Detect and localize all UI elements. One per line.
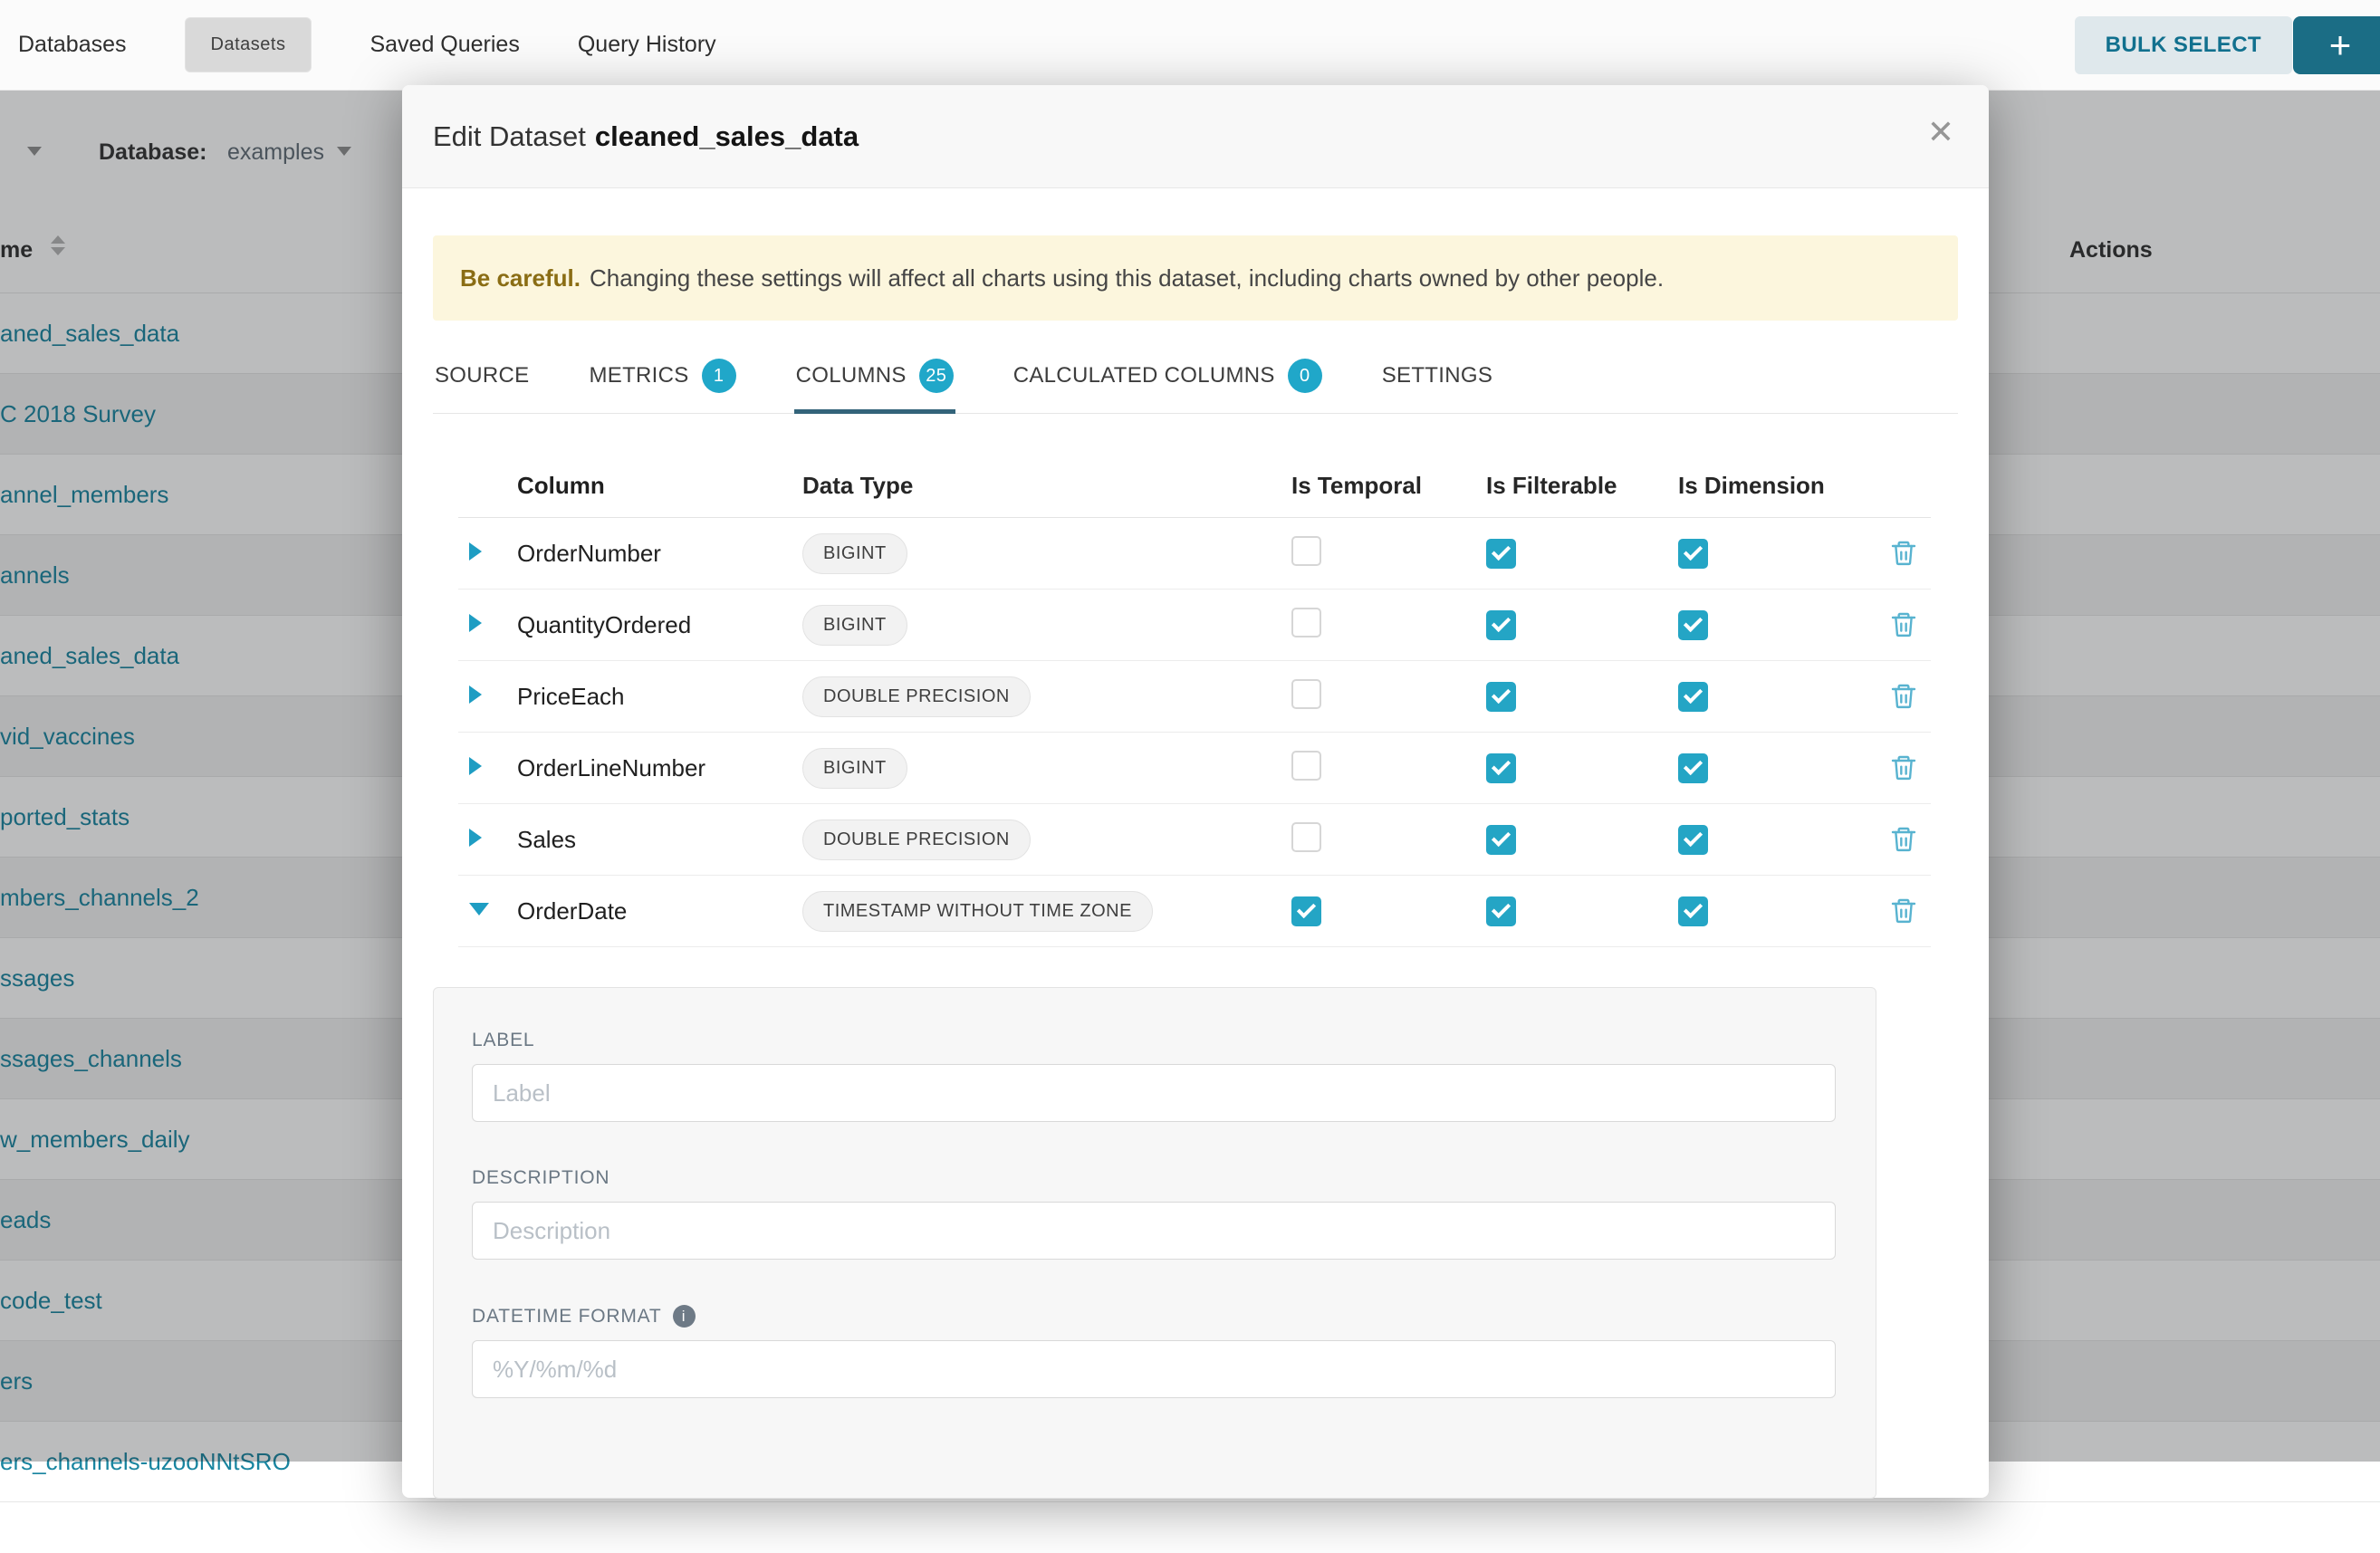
label-input[interactable] xyxy=(472,1064,1836,1122)
column-name: OrderDate xyxy=(517,897,802,925)
is-temporal-checkbox[interactable] xyxy=(1291,822,1321,852)
warning-banner-text: Changing these settings will affect all … xyxy=(590,264,1664,292)
is-dimension-checkbox[interactable] xyxy=(1678,753,1708,783)
is-temporal-checkbox[interactable] xyxy=(1291,608,1321,637)
expand-caret-icon[interactable] xyxy=(469,829,482,847)
delete-icon[interactable] xyxy=(1889,824,1918,855)
data-type-pill: TIMESTAMP WITHOUT TIME ZONE xyxy=(802,891,1153,932)
is-dimension-checkbox[interactable] xyxy=(1678,682,1708,712)
collapse-caret-icon[interactable] xyxy=(469,903,489,916)
tab-label: CALCULATED COLUMNS xyxy=(1013,363,1275,388)
add-dataset-button[interactable]: + xyxy=(2293,16,2380,74)
header-is-filterable: Is Filterable xyxy=(1486,472,1678,500)
expand-caret-icon[interactable] xyxy=(469,542,482,561)
top-navigation: Databases Datasets Saved Queries Query H… xyxy=(0,0,2380,91)
is-dimension-checkbox[interactable] xyxy=(1678,896,1708,926)
column-row: PriceEach DOUBLE PRECISION xyxy=(458,661,1931,733)
label-field-label: LABEL xyxy=(472,1030,1836,1051)
label-section: LABEL xyxy=(472,1030,1836,1122)
warning-banner-bold: Be careful. xyxy=(460,264,581,292)
is-filterable-checkbox[interactable] xyxy=(1486,539,1516,569)
nav-tab-databases[interactable]: Databases xyxy=(18,32,127,58)
delete-icon[interactable] xyxy=(1889,538,1918,569)
tab-metrics[interactable]: METRICS 1 xyxy=(587,342,737,413)
description-section: DESCRIPTION xyxy=(472,1167,1836,1260)
datetime-format-section: DATETIME FORMAT i xyxy=(472,1305,1836,1398)
close-icon[interactable]: ✕ xyxy=(1927,116,1954,149)
data-type-pill: BIGINT xyxy=(802,605,907,646)
data-type-pill: BIGINT xyxy=(802,533,907,574)
columns-count-badge: 25 xyxy=(919,359,954,393)
modal-title: Edit Dataset cleaned_sales_data xyxy=(433,120,859,153)
column-name: Sales xyxy=(517,826,802,854)
column-row: Sales DOUBLE PRECISION xyxy=(458,804,1931,876)
expand-caret-icon[interactable] xyxy=(469,685,482,704)
nav-tab-query-history[interactable]: Query History xyxy=(578,32,716,58)
edit-dataset-modal: Edit Dataset cleaned_sales_data ✕ Be care… xyxy=(402,85,1989,1498)
nav-tab-saved-queries[interactable]: Saved Queries xyxy=(369,32,519,58)
is-temporal-checkbox[interactable] xyxy=(1291,751,1321,781)
tab-label: SOURCE xyxy=(435,363,529,388)
column-row: OrderNumber BIGINT xyxy=(458,518,1931,590)
modal-tab-bar: SOURCE METRICS 1 COLUMNS 25 CALCULATED C… xyxy=(433,342,1958,414)
header-column: Column xyxy=(517,472,802,500)
column-detail-panel: LABEL DESCRIPTION DATETIME FORMAT i xyxy=(433,987,1876,1499)
bulk-select-button[interactable]: BULK SELECT xyxy=(2075,16,2292,74)
is-dimension-checkbox[interactable] xyxy=(1678,539,1708,569)
header-data-type: Data Type xyxy=(802,472,1291,500)
column-name: QuantityOrdered xyxy=(517,611,802,639)
modal-title-prefix: Edit Dataset xyxy=(433,120,586,152)
expand-caret-icon[interactable] xyxy=(469,757,482,775)
is-temporal-checkbox[interactable] xyxy=(1291,679,1321,709)
is-temporal-checkbox[interactable] xyxy=(1291,896,1321,926)
delete-icon[interactable] xyxy=(1889,609,1918,640)
tab-settings[interactable]: SETTINGS xyxy=(1380,342,1494,413)
modal-body: Be careful. Changing these settings will… xyxy=(402,235,1989,1553)
column-name: OrderNumber xyxy=(517,540,802,568)
columns-table: Column Data Type Is Temporal Is Filterab… xyxy=(458,454,1931,947)
tab-label: SETTINGS xyxy=(1382,363,1492,388)
metrics-count-badge: 1 xyxy=(702,359,736,393)
data-type-pill: DOUBLE PRECISION xyxy=(802,676,1031,717)
tab-calculated-columns[interactable]: CALCULATED COLUMNS 0 xyxy=(1012,342,1324,413)
is-filterable-checkbox[interactable] xyxy=(1486,753,1516,783)
column-row: QuantityOrdered BIGINT xyxy=(458,590,1931,661)
delete-icon[interactable] xyxy=(1889,896,1918,926)
expand-caret-icon[interactable] xyxy=(469,614,482,632)
is-temporal-checkbox[interactable] xyxy=(1291,536,1321,566)
is-filterable-checkbox[interactable] xyxy=(1486,682,1516,712)
is-dimension-checkbox[interactable] xyxy=(1678,610,1708,640)
datetime-format-field-label: DATETIME FORMAT xyxy=(472,1306,662,1328)
modal-title-dataset-name: cleaned_sales_data xyxy=(595,120,859,152)
is-filterable-checkbox[interactable] xyxy=(1486,825,1516,855)
description-field-label: DESCRIPTION xyxy=(472,1167,1836,1189)
column-name: OrderLineNumber xyxy=(517,754,802,782)
column-row: OrderLineNumber BIGINT xyxy=(458,733,1931,804)
column-row: OrderDate TIMESTAMP WITHOUT TIME ZONE xyxy=(458,876,1931,947)
delete-icon[interactable] xyxy=(1889,681,1918,712)
is-filterable-checkbox[interactable] xyxy=(1486,896,1516,926)
warning-banner: Be careful. Changing these settings will… xyxy=(433,235,1958,321)
header-is-temporal: Is Temporal xyxy=(1291,472,1486,500)
is-filterable-checkbox[interactable] xyxy=(1486,610,1516,640)
data-type-pill: DOUBLE PRECISION xyxy=(802,820,1031,860)
description-input[interactable] xyxy=(472,1202,1836,1260)
column-name: PriceEach xyxy=(517,683,802,711)
modal-header: Edit Dataset cleaned_sales_data ✕ xyxy=(402,85,1989,188)
calculated-columns-count-badge: 0 xyxy=(1288,359,1322,393)
info-icon[interactable]: i xyxy=(673,1305,696,1328)
tab-label: COLUMNS xyxy=(796,363,907,388)
tab-source[interactable]: SOURCE xyxy=(433,342,531,413)
is-dimension-checkbox[interactable] xyxy=(1678,825,1708,855)
columns-table-header: Column Data Type Is Temporal Is Filterab… xyxy=(458,454,1931,518)
delete-icon[interactable] xyxy=(1889,753,1918,783)
nav-tab-datasets[interactable]: Datasets xyxy=(185,17,312,72)
datetime-format-input[interactable] xyxy=(472,1340,1836,1398)
data-type-pill: BIGINT xyxy=(802,748,907,789)
header-is-dimension: Is Dimension xyxy=(1678,472,1876,500)
tab-label: METRICS xyxy=(589,363,688,388)
tab-columns[interactable]: COLUMNS 25 xyxy=(794,342,955,413)
